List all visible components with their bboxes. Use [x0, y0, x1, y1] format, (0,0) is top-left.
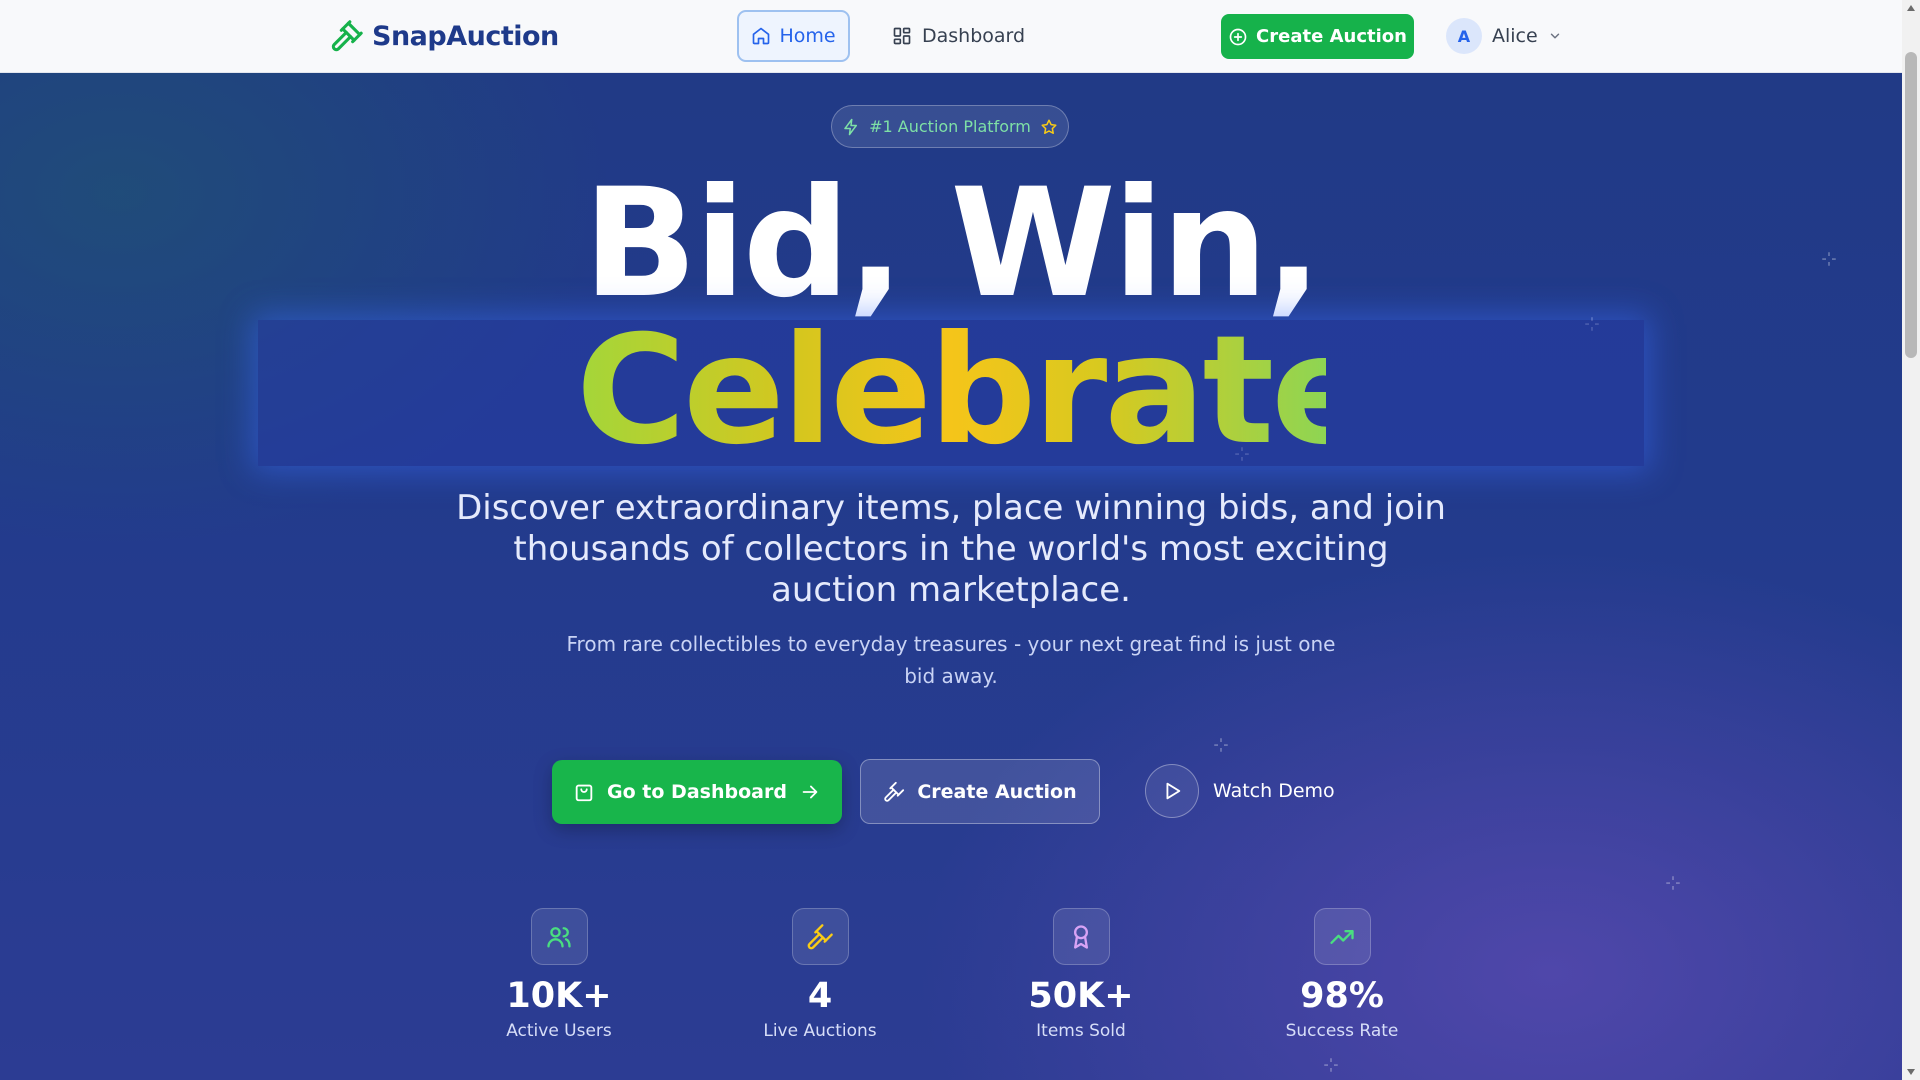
stat-icon-box	[530, 908, 588, 965]
gavel-icon	[884, 781, 905, 802]
award-icon	[1074, 924, 1088, 949]
stat-value: 4	[807, 976, 833, 1016]
stat-value: 10K+	[506, 976, 612, 1016]
top-navbar: SnapAuction Home Dashboard Create Auctio…	[0, 0, 1902, 73]
user-menu[interactable]: A Alice	[1446, 17, 1562, 55]
stat-success-rate: 98% Success Rate	[1242, 908, 1442, 1041]
nav-home-label: Home	[779, 25, 836, 47]
nav-dashboard-label: Dashboard	[922, 25, 1026, 47]
hero-subtitle: Discover extraordinary items, place winn…	[456, 488, 1446, 610]
stat-value: 98%	[1300, 976, 1384, 1016]
arrow-right-icon	[802, 785, 818, 799]
stat-icon-box	[1313, 908, 1371, 965]
nav-dashboard-link[interactable]: Dashboard	[892, 10, 1025, 62]
star-icon	[1041, 119, 1057, 134]
dashboard-grid-icon	[893, 27, 911, 45]
badge-text: #1 Auction Platform	[869, 117, 1031, 136]
stat-label: Active Users	[506, 1021, 612, 1041]
stat-label: Live Auctions	[763, 1021, 877, 1041]
go-to-dashboard-button[interactable]: Go to Dashboard	[552, 760, 842, 824]
headline-line-2: Celebrate	[576, 304, 1373, 478]
chevron-down-icon	[1550, 33, 1559, 39]
stat-label: Success Rate	[1285, 1021, 1399, 1041]
users-icon	[547, 926, 571, 947]
hero-create-auction-button[interactable]: Create Auction	[860, 759, 1100, 824]
stat-live-auctions: 4 Live Auctions	[720, 908, 920, 1041]
gavel-icon	[807, 923, 833, 949]
avatar: A	[1446, 18, 1482, 54]
home-icon	[753, 27, 770, 45]
sparkle-icon	[1214, 738, 1228, 752]
scroll-up-arrow[interactable]	[1907, 5, 1915, 11]
stat-value: 50K+	[1028, 976, 1134, 1016]
watch-demo-button[interactable]: Watch Demo	[1145, 763, 1335, 819]
create-auction-label: Create Auction	[1256, 26, 1407, 47]
trending-up-icon	[1330, 929, 1354, 944]
stat-icon-box	[1052, 908, 1110, 965]
play-icon	[1166, 782, 1181, 800]
hero-tagline: From rare collectibles to everyday treas…	[566, 632, 1336, 688]
sparkle-icon	[1666, 876, 1680, 890]
scroll-thumb[interactable]	[1905, 52, 1917, 358]
shopping-bag-icon	[575, 784, 593, 802]
user-name: Alice	[1492, 25, 1538, 47]
page-scrollbar[interactable]	[1902, 0, 1920, 1080]
hero-section: #1 Auction Platform Bid, Win, Celebrate …	[0, 73, 1902, 1080]
stat-active-users: 10K+ Active Users	[459, 908, 659, 1041]
headline-line-1: Bid, Win,	[583, 157, 1322, 331]
hero-create-auction-label: Create Auction	[917, 780, 1077, 803]
watch-demo-label: Watch Demo	[1213, 780, 1335, 802]
go-to-dashboard-label: Go to Dashboard	[607, 781, 787, 803]
stat-icon-box	[791, 908, 849, 965]
brand-logo-link[interactable]: SnapAuction	[330, 16, 559, 56]
brand-name: SnapAuction	[372, 20, 559, 52]
scroll-down-arrow[interactable]	[1907, 1069, 1915, 1075]
stat-items-sold: 50K+ Items Sold	[981, 908, 1181, 1041]
create-auction-button[interactable]: Create Auction	[1221, 14, 1414, 59]
nav-home-link[interactable]: Home	[737, 10, 850, 62]
gavel-icon	[331, 20, 363, 52]
play-button-circle	[1145, 764, 1199, 818]
sparkle-icon	[1324, 1058, 1338, 1072]
plus-circle-icon	[1229, 28, 1247, 45]
stat-label: Items Sold	[1036, 1021, 1126, 1041]
lightning-icon	[844, 118, 858, 135]
platform-badge: #1 Auction Platform	[831, 105, 1069, 148]
